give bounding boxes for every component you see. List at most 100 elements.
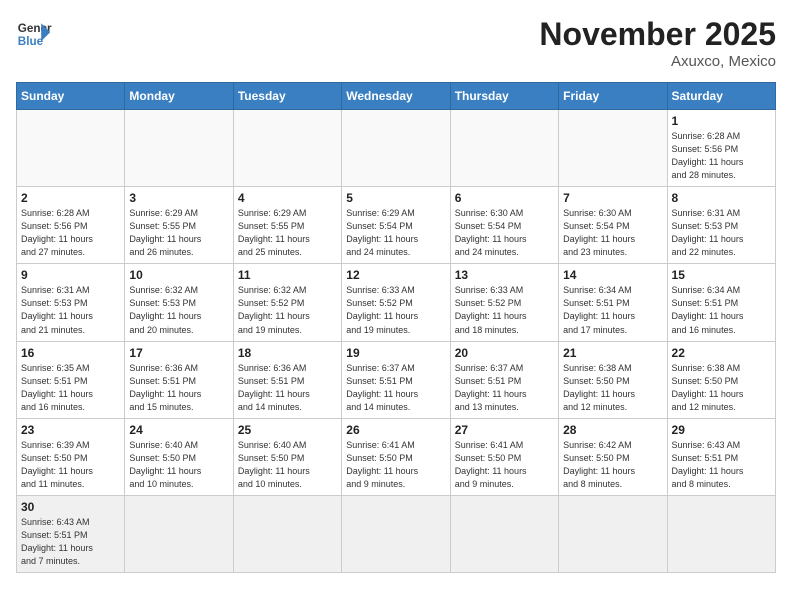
day-info: Sunrise: 6:29 AM Sunset: 5:54 PM Dayligh… [346,207,445,259]
day-info: Sunrise: 6:29 AM Sunset: 5:55 PM Dayligh… [238,207,337,259]
day-info: Sunrise: 6:38 AM Sunset: 5:50 PM Dayligh… [672,362,771,414]
day-number: 2 [21,191,120,205]
calendar-day: 29 Sunrise: 6:43 AM Sunset: 5:51 PM Dayli… [667,418,775,495]
weekday-header-thursday: Thursday [450,83,558,110]
day-info: Sunrise: 6:32 AM Sunset: 5:52 PM Dayligh… [238,284,337,336]
calendar-week-row: 23Sunrise: 6:39 AM Sunset: 5:50 PM Dayli… [17,418,776,495]
calendar-day: 27 Sunrise: 6:41 AM Sunset: 5:50 PM Dayli… [450,418,558,495]
calendar-day: 28 Sunrise: 6:42 AM Sunset: 5:50 PM Dayli… [559,418,667,495]
day-number: 9 [21,268,120,282]
day-info: Sunrise: 6:34 AM Sunset: 5:51 PM Dayligh… [563,284,662,336]
day-number: 6 [455,191,554,205]
calendar-day [342,495,450,572]
location-subtitle: Axuxco, Mexico [539,53,776,70]
day-number: 29 [672,423,771,437]
calendar-day: 7 Sunrise: 6:30 AM Sunset: 5:54 PM Daylig… [559,187,667,264]
day-info: Sunrise: 6:40 AM Sunset: 5:50 PM Dayligh… [238,439,337,491]
day-number: 7 [563,191,662,205]
day-number: 18 [238,346,337,360]
day-number: 21 [563,346,662,360]
calendar-day [559,110,667,187]
weekday-header-row: SundayMondayTuesdayWednesdayThursdayFrid… [17,83,776,110]
day-info: Sunrise: 6:43 AM Sunset: 5:51 PM Dayligh… [672,439,771,491]
day-number: 20 [455,346,554,360]
day-info: Sunrise: 6:38 AM Sunset: 5:50 PM Dayligh… [563,362,662,414]
calendar-day: 4 Sunrise: 6:29 AM Sunset: 5:55 PM Daylig… [233,187,341,264]
calendar-day: 24 Sunrise: 6:40 AM Sunset: 5:50 PM Dayli… [125,418,233,495]
calendar-day: 22Sunrise: 6:38 AM Sunset: 5:50 PM Dayli… [667,341,775,418]
calendar-day: 18 Sunrise: 6:36 AM Sunset: 5:51 PM Dayli… [233,341,341,418]
calendar-day: 23Sunrise: 6:39 AM Sunset: 5:50 PM Dayli… [17,418,125,495]
page-header: General Blue November 2025 Axuxco, Mexic… [16,16,776,70]
day-info: Sunrise: 6:30 AM Sunset: 5:54 PM Dayligh… [563,207,662,259]
day-number: 24 [129,423,228,437]
calendar-day: 3Sunrise: 6:29 AM Sunset: 5:55 PM Daylig… [125,187,233,264]
day-number: 28 [563,423,662,437]
day-number: 3 [129,191,228,205]
day-info: Sunrise: 6:42 AM Sunset: 5:50 PM Dayligh… [563,439,662,491]
calendar-day: 15 Sunrise: 6:34 AM Sunset: 5:51 PM Dayli… [667,264,775,341]
day-number: 16 [21,346,120,360]
day-number: 27 [455,423,554,437]
calendar-day [342,110,450,187]
day-number: 15 [672,268,771,282]
weekday-header-tuesday: Tuesday [233,83,341,110]
day-info: Sunrise: 6:33 AM Sunset: 5:52 PM Dayligh… [455,284,554,336]
calendar-day: 14Sunrise: 6:34 AM Sunset: 5:51 PM Dayli… [559,264,667,341]
day-info: Sunrise: 6:41 AM Sunset: 5:50 PM Dayligh… [455,439,554,491]
calendar-day [450,495,558,572]
calendar-week-row: 30Sunrise: 6:43 AM Sunset: 5:51 PM Dayli… [17,495,776,572]
day-number: 26 [346,423,445,437]
day-info: Sunrise: 6:43 AM Sunset: 5:51 PM Dayligh… [21,516,120,568]
calendar-day [233,495,341,572]
day-number: 10 [129,268,228,282]
weekday-header-wednesday: Wednesday [342,83,450,110]
day-info: Sunrise: 6:32 AM Sunset: 5:53 PM Dayligh… [129,284,228,336]
day-info: Sunrise: 6:36 AM Sunset: 5:51 PM Dayligh… [238,362,337,414]
calendar-table: SundayMondayTuesdayWednesdayThursdayFrid… [16,82,776,573]
calendar-day [450,110,558,187]
day-info: Sunrise: 6:28 AM Sunset: 5:56 PM Dayligh… [21,207,120,259]
calendar-day: 30Sunrise: 6:43 AM Sunset: 5:51 PM Dayli… [17,495,125,572]
calendar-day [125,495,233,572]
day-number: 4 [238,191,337,205]
day-number: 1 [672,114,771,128]
day-number: 13 [455,268,554,282]
day-info: Sunrise: 6:31 AM Sunset: 5:53 PM Dayligh… [21,284,120,336]
calendar-day: 9 Sunrise: 6:31 AM Sunset: 5:53 PM Daylig… [17,264,125,341]
day-info: Sunrise: 6:28 AM Sunset: 5:56 PM Dayligh… [672,130,771,182]
calendar-day [233,110,341,187]
calendar-day: 21 Sunrise: 6:38 AM Sunset: 5:50 PM Dayli… [559,341,667,418]
calendar-day: 19Sunrise: 6:37 AM Sunset: 5:51 PM Dayli… [342,341,450,418]
calendar-day: 11Sunrise: 6:32 AM Sunset: 5:52 PM Dayli… [233,264,341,341]
weekday-header-friday: Friday [559,83,667,110]
day-info: Sunrise: 6:40 AM Sunset: 5:50 PM Dayligh… [129,439,228,491]
calendar-week-row: 1 Sunrise: 6:28 AM Sunset: 5:56 PM Daylig… [17,110,776,187]
calendar-day: 5 Sunrise: 6:29 AM Sunset: 5:54 PM Daylig… [342,187,450,264]
day-info: Sunrise: 6:36 AM Sunset: 5:51 PM Dayligh… [129,362,228,414]
calendar-day: 6 Sunrise: 6:30 AM Sunset: 5:54 PM Daylig… [450,187,558,264]
calendar-day: 26 Sunrise: 6:41 AM Sunset: 5:50 PM Dayli… [342,418,450,495]
calendar-week-row: 9 Sunrise: 6:31 AM Sunset: 5:53 PM Daylig… [17,264,776,341]
title-block: November 2025 Axuxco, Mexico [539,16,776,70]
day-info: Sunrise: 6:41 AM Sunset: 5:50 PM Dayligh… [346,439,445,491]
day-info: Sunrise: 6:34 AM Sunset: 5:51 PM Dayligh… [672,284,771,336]
calendar-day [667,495,775,572]
calendar-day: 25 Sunrise: 6:40 AM Sunset: 5:50 PM Dayli… [233,418,341,495]
logo-icon: General Blue [16,16,52,52]
day-number: 5 [346,191,445,205]
svg-text:Blue: Blue [18,35,44,48]
day-number: 25 [238,423,337,437]
day-number: 19 [346,346,445,360]
day-info: Sunrise: 6:31 AM Sunset: 5:53 PM Dayligh… [672,207,771,259]
month-title: November 2025 [539,16,776,53]
calendar-day: 13 Sunrise: 6:33 AM Sunset: 5:52 PM Dayli… [450,264,558,341]
calendar-day [559,495,667,572]
day-info: Sunrise: 6:37 AM Sunset: 5:51 PM Dayligh… [455,362,554,414]
day-info: Sunrise: 6:39 AM Sunset: 5:50 PM Dayligh… [21,439,120,491]
day-info: Sunrise: 6:30 AM Sunset: 5:54 PM Dayligh… [455,207,554,259]
day-info: Sunrise: 6:33 AM Sunset: 5:52 PM Dayligh… [346,284,445,336]
calendar-day: 1 Sunrise: 6:28 AM Sunset: 5:56 PM Daylig… [667,110,775,187]
calendar-day: 2 Sunrise: 6:28 AM Sunset: 5:56 PM Daylig… [17,187,125,264]
calendar-day: 8Sunrise: 6:31 AM Sunset: 5:53 PM Daylig… [667,187,775,264]
